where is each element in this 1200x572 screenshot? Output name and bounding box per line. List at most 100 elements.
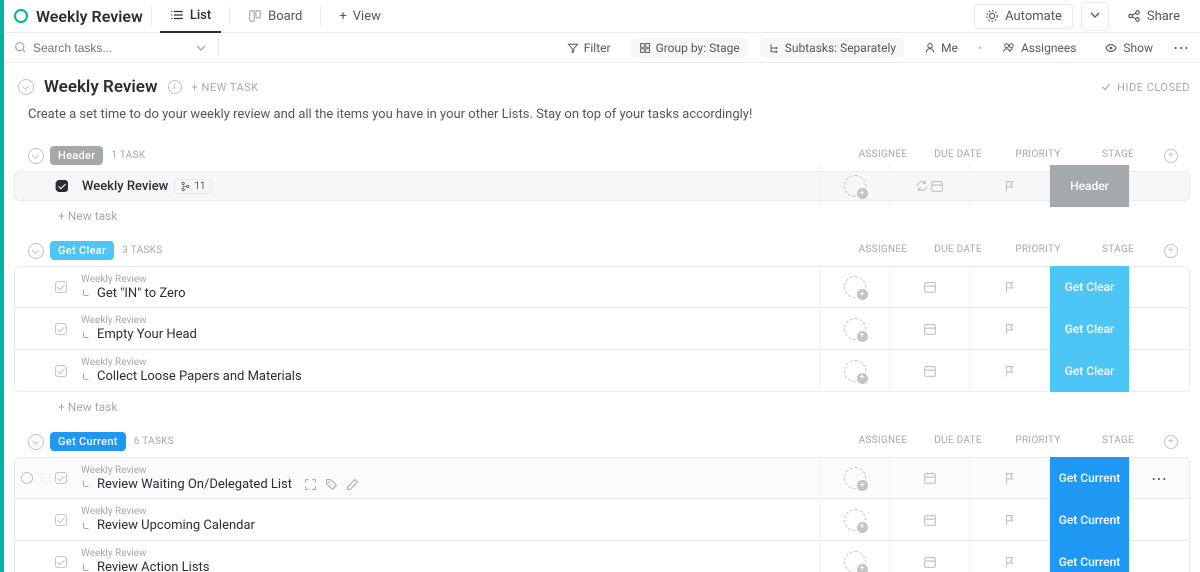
row-actions-cell[interactable] [1129, 541, 1189, 572]
assignee-cell[interactable] [819, 350, 889, 392]
row-actions-cell[interactable]: ⋯ [1129, 457, 1189, 499]
row-actions-cell[interactable] [1129, 308, 1189, 350]
stage-cell[interactable]: Get Clear [1049, 308, 1129, 350]
info-icon[interactable]: i [168, 80, 182, 94]
task-checkbox[interactable] [55, 281, 67, 293]
task-row[interactable]: Weekly Review Review Upcoming Calendar G… [14, 499, 1190, 541]
task-breadcrumb[interactable]: Weekly Review [81, 357, 819, 368]
me-button[interactable]: Me [916, 38, 966, 58]
task-row[interactable]: Weekly Review Collect Loose Papers and M… [14, 350, 1190, 392]
collapse-group-toggle[interactable] [28, 148, 44, 164]
group-by-button[interactable]: Group by: Stage [631, 38, 748, 58]
new-task-row[interactable]: + New task [14, 392, 1190, 414]
priority-cell[interactable] [969, 457, 1049, 499]
share-button[interactable]: Share [1117, 5, 1190, 28]
col-assignee[interactable]: ASSIGNEE [848, 435, 918, 449]
expand-icon[interactable] [304, 478, 317, 491]
assignees-button[interactable]: Assignees [994, 38, 1084, 58]
add-column-button[interactable]: + [1164, 244, 1178, 258]
stage-cell[interactable]: Get Clear [1049, 350, 1129, 392]
priority-cell[interactable] [969, 308, 1049, 350]
task-row[interactable]: Weekly Review Get "IN" to Zero Get Clear [14, 266, 1190, 308]
task-breadcrumb[interactable]: Weekly Review [81, 465, 819, 476]
stage-cell[interactable]: Get Current [1049, 499, 1129, 541]
due-date-cell[interactable] [889, 308, 969, 350]
col-due-date[interactable]: DUE DATE [918, 435, 998, 449]
add-column-button[interactable]: + [1164, 149, 1178, 163]
col-priority[interactable]: PRIORITY [998, 149, 1078, 163]
task-checkbox[interactable] [56, 180, 68, 192]
subtasks-button[interactable]: Subtasks: Separately [760, 38, 904, 58]
task-checkbox[interactable] [55, 514, 67, 526]
due-date-cell[interactable] [889, 541, 969, 572]
filter-button[interactable]: Filter [559, 38, 619, 58]
group-stage-pill[interactable]: Header [50, 146, 103, 165]
subtask-count-badge[interactable]: 11 [174, 179, 211, 194]
task-breadcrumb[interactable]: Weekly Review [81, 506, 819, 517]
show-button[interactable]: Show [1096, 38, 1161, 58]
add-assignee-icon[interactable] [844, 509, 866, 531]
task-row[interactable]: Weekly Review Review Action Lists Get Cu… [14, 541, 1190, 572]
task-checkbox[interactable] [55, 472, 67, 484]
tag-icon[interactable] [325, 478, 338, 491]
add-assignee-icon[interactable] [844, 467, 866, 489]
collapse-group-toggle[interactable] [28, 243, 44, 259]
tab-board[interactable]: Board [238, 0, 312, 33]
task-breadcrumb[interactable]: Weekly Review [81, 548, 819, 559]
due-date-cell[interactable] [889, 266, 969, 308]
col-due-date[interactable]: DUE DATE [918, 244, 998, 258]
add-assignee-icon[interactable] [844, 318, 866, 340]
priority-cell[interactable] [969, 165, 1049, 207]
due-date-cell[interactable] [889, 350, 969, 392]
task-row[interactable]: Weekly Review 11 Header [14, 171, 1190, 201]
assignee-cell[interactable] [819, 499, 889, 541]
row-actions-cell[interactable] [1129, 350, 1189, 392]
search-box[interactable] [14, 41, 184, 55]
group-stage-pill[interactable]: Get Clear [50, 241, 114, 260]
col-priority[interactable]: PRIORITY [998, 435, 1078, 449]
drag-handle-icon[interactable]: ⋮⋮ [37, 473, 53, 484]
add-assignee-icon[interactable] [844, 175, 866, 197]
collapse-list-toggle[interactable] [18, 79, 34, 95]
task-row[interactable]: ⋮⋮ Weekly Review Review Waiting On/Deleg… [14, 457, 1190, 499]
col-priority[interactable]: PRIORITY [998, 244, 1078, 258]
col-stage[interactable]: STAGE [1078, 149, 1158, 163]
row-actions-cell[interactable] [1129, 266, 1189, 308]
hide-closed-toggle[interactable]: HIDE CLOSED [1100, 81, 1190, 94]
task-checkbox[interactable] [55, 556, 67, 568]
due-date-cell[interactable] [889, 457, 969, 499]
assignee-cell[interactable] [819, 165, 889, 207]
add-assignee-icon[interactable] [844, 551, 866, 572]
col-stage[interactable]: STAGE [1078, 244, 1158, 258]
due-date-cell[interactable] [889, 499, 969, 541]
task-row[interactable]: Weekly Review Empty Your Head Get Clear [14, 308, 1190, 350]
stage-cell[interactable]: Get Current [1049, 541, 1129, 572]
stage-cell[interactable]: Header [1049, 165, 1129, 207]
group-stage-pill[interactable]: Get Current [50, 432, 126, 451]
assignee-cell[interactable] [819, 457, 889, 499]
more-button[interactable]: ⋯ [1173, 38, 1190, 57]
assignee-cell[interactable] [819, 541, 889, 572]
priority-cell[interactable] [969, 266, 1049, 308]
add-assignee-icon[interactable] [844, 360, 866, 382]
assignee-cell[interactable] [819, 266, 889, 308]
col-stage[interactable]: STAGE [1078, 435, 1158, 449]
automate-button[interactable]: Automate [974, 4, 1073, 29]
edit-icon[interactable] [346, 478, 359, 491]
collapse-group-toggle[interactable] [28, 434, 44, 450]
priority-cell[interactable] [969, 499, 1049, 541]
add-view-button[interactable]: + View [329, 0, 391, 33]
task-breadcrumb[interactable]: Weekly Review [81, 274, 819, 285]
add-column-button[interactable]: + [1164, 435, 1178, 449]
more-icon[interactable]: ⋯ [1151, 469, 1168, 488]
stage-cell[interactable]: Get Current [1049, 457, 1129, 499]
row-actions-cell[interactable] [1129, 165, 1189, 207]
tab-list[interactable]: List [160, 0, 221, 33]
col-assignee[interactable]: ASSIGNEE [848, 244, 918, 258]
task-checkbox[interactable] [55, 365, 67, 377]
row-actions-cell[interactable] [1129, 499, 1189, 541]
automate-dropdown[interactable] [1081, 2, 1109, 31]
due-date-cell[interactable] [889, 165, 969, 207]
priority-cell[interactable] [969, 350, 1049, 392]
col-due-date[interactable]: DUE DATE [918, 149, 998, 163]
